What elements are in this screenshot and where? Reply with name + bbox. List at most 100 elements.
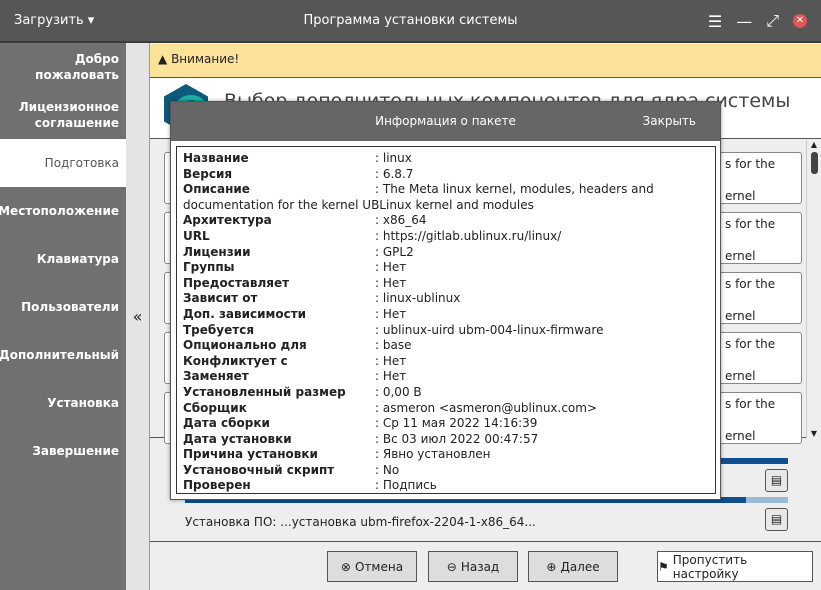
sidebar-item[interactable]: Лицензионное соглашение [0,91,126,139]
next-label: Далее [560,559,600,574]
warning-bar: ▲ Внимание! [150,44,821,78]
info-row: Название : linux [183,151,709,167]
sidebar-item[interactable]: Установка [0,379,126,427]
info-row: Дата установки: Вс 03 июл 2022 00:47:57 [183,432,709,448]
info-value: : Нет [375,275,407,290]
info-row: Конфликтует с : Нет [183,354,709,370]
info-key: Версия [183,166,233,181]
card-text: ernel [725,369,756,383]
card-text: ernel [725,189,756,203]
package-info-dialog: Информация о пакете Закрыть Название: li… [170,101,721,500]
maximize-icon[interactable]: ⤢ [766,11,779,31]
info-key: Сборщик [183,400,247,415]
info-value: : Нет [375,306,407,321]
info-value: : Нет [375,353,407,368]
info-key: Доп. зависимости [183,306,307,321]
info-key: Проверен [183,478,251,493]
skip-setup-button[interactable]: ⚑ Пропустить настройку [657,551,813,582]
sidebar: Добро пожаловать Лицензионное соглашение П… [0,43,126,590]
info-value: : linux-ublinux [375,291,461,306]
info-key: URL [183,228,210,243]
info-row: Опционально для : base [183,338,709,354]
hamburger-menu-icon[interactable]: ☰ [708,12,722,31]
sidebar-item[interactable]: Пользователи [0,283,126,331]
info-row: Установленный размер: 0,00 B [183,385,709,401]
warning-text: Внимание! [171,52,240,66]
warning-icon: ▲ [158,52,168,66]
info-row: Сборщик: asmeron <asmeron@ublinux.com> [183,401,709,417]
load-menu-button[interactable]: Загрузить ▾ [14,13,94,28]
info-value: : https://gitlab.ublinux.ru/linux/ [375,228,562,243]
sidebar-item[interactable]: Завершение [0,427,126,475]
card-text: ernel [725,309,756,323]
info-key: Опционально для [183,338,307,353]
card-text: s for the [725,337,776,351]
info-row: Доп. зависимости : Нет [183,307,709,323]
sidebar-item[interactable]: Клавиатура [0,235,126,283]
package-info: Название : linux Версия : 6.8.7 Описание: Th… [176,146,716,494]
cancel-label: Отмена [354,559,404,574]
info-row: Требуется : ublinux-uird ubm-004-linux-fi… [183,323,709,339]
info-key: Причина установки [183,447,318,462]
info-key: Зависит от [183,291,258,306]
info-value: : Нет [375,260,407,275]
flag-icon: ⚑ [658,559,669,574]
log-button[interactable]: ▤ [765,469,788,492]
info-row: Лицензии : GPL2 [183,245,709,261]
info-value: : ublinux-uird ubm-004-linux-firmware [375,322,604,337]
card-text: s for the [725,397,776,411]
info-value: : GPL2 [375,244,414,259]
install-status: Установка ПО: ...установка ubm-firefox-2… [185,515,536,529]
info-row: Зависит от : linux-ublinux [183,291,709,307]
info-key: Предоставляет [183,275,290,290]
cancel-icon: ⊗ [340,559,351,574]
collapse-sidebar-button[interactable]: « [126,43,150,590]
info-row: Установочный скрипт : No [183,463,709,479]
info-value: : Явно установлен [375,447,491,462]
info-key: Название [183,151,249,165]
info-key: Установленный размер [183,384,346,399]
info-key: Лицензии [183,244,251,259]
info-value: : x86_64 [375,213,427,228]
close-window-icon[interactable]: ✕ [793,14,807,28]
info-key: Дата сборки [183,416,270,431]
dialog-close-button[interactable]: Закрыть [643,114,696,128]
cancel-button[interactable]: ⊗ Отмена [327,551,417,582]
info-value: : linux [375,151,412,165]
card-text: ernel [725,429,756,443]
card-text: s for the [725,277,776,291]
info-row: Дата сборки: Ср 11 мая 2022 14:16:39 [183,416,709,432]
info-row: Группы : Нет [183,260,709,276]
window-title: Программа установки системы [303,13,518,28]
info-row: Причина установки : Явно установлен [183,447,709,463]
back-button[interactable]: ⊖ Назад [428,551,518,582]
back-label: Назад [460,559,500,574]
info-value: : No [375,462,400,477]
info-row: URL : https://gitlab.ublinux.ru/linux/ [183,229,709,245]
info-key: Конфликтует с [183,353,288,368]
info-key: Требуется [183,322,255,337]
card-text: s for the [725,157,776,171]
scrollbar[interactable]: ▲ ▼ [806,140,821,438]
info-value: : 6.8.7 [375,166,414,181]
sidebar-item[interactable]: Добро пожаловать [0,43,126,91]
info-row: Описание: The Meta linux kernel, modules… [183,182,709,213]
sidebar-item[interactable]: Местоположение [0,187,126,235]
info-key: Описание [183,182,250,197]
next-button[interactable]: ⊕ Далее [528,551,618,582]
back-arrow-icon: ⊖ [446,559,457,574]
sidebar-item[interactable]: Дополнительный [0,331,126,379]
info-value: : base [375,338,412,353]
info-key: Дата установки [183,431,292,446]
info-key: Заменяет [183,369,249,384]
install-log-button[interactable]: ▤ [765,508,788,531]
info-row: Заменяет : Нет [183,369,709,385]
sidebar-item[interactable]: Подготовка [0,139,126,187]
info-key: Группы [183,260,235,275]
info-key: Установочный скрипт [183,462,335,477]
info-row: Предоставляет : Нет [183,276,709,292]
minimize-icon[interactable]: — [736,12,752,31]
title-bar: Загрузить ▾ Программа установки системы … [0,0,821,43]
info-value: : Нет [375,369,407,384]
info-row: Версия : 6.8.7 [183,167,709,183]
